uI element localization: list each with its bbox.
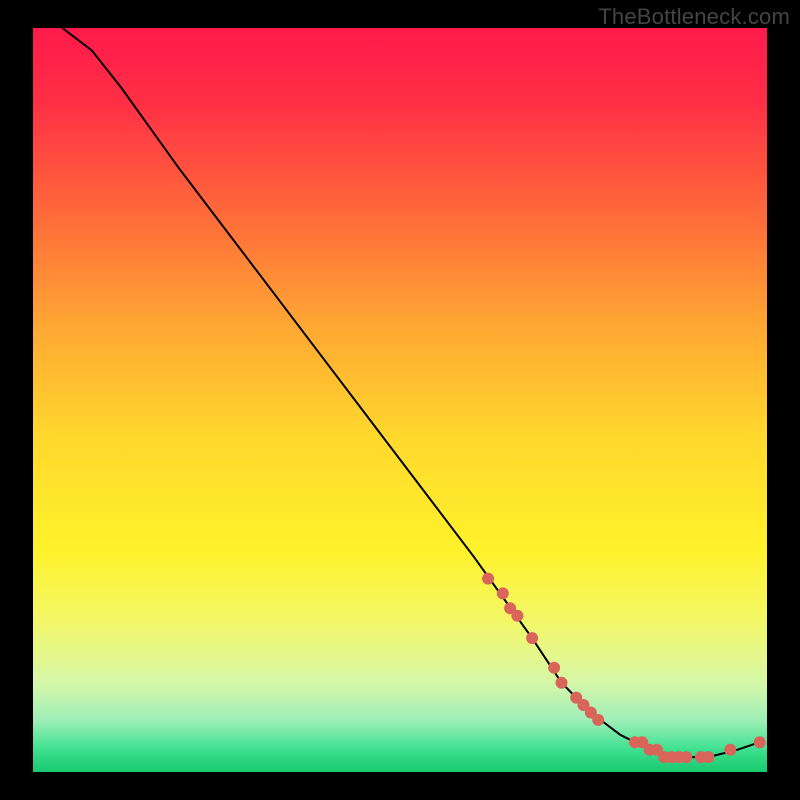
data-marker — [702, 751, 714, 763]
data-marker — [497, 587, 509, 599]
data-marker — [482, 573, 494, 585]
data-marker — [556, 677, 568, 689]
data-marker — [724, 744, 736, 756]
data-marker — [680, 751, 692, 763]
data-marker — [548, 662, 560, 674]
plot-background — [33, 28, 767, 772]
data-marker — [592, 714, 604, 726]
data-marker — [511, 610, 523, 622]
data-marker — [526, 632, 538, 644]
chart-frame: TheBottleneck.com — [0, 0, 800, 800]
data-marker — [754, 736, 766, 748]
bottleneck-chart — [0, 0, 800, 800]
